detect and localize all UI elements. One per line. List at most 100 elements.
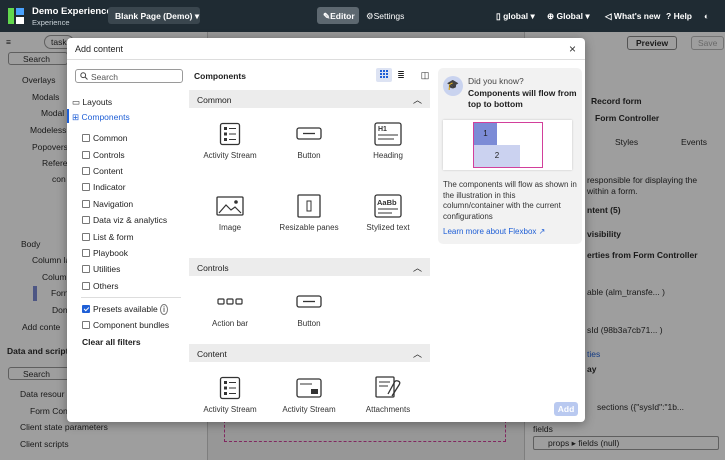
flexbox-link[interactable]: Learn more about Flexbox ↗	[443, 227, 545, 236]
close-icon[interactable]: ×	[569, 42, 576, 56]
grid-view-icon[interactable]	[376, 68, 392, 82]
page-selector[interactable]: Blank Page (Demo) ▾	[108, 7, 200, 24]
checkbox[interactable]	[82, 249, 90, 257]
checkbox-checked[interactable]	[82, 305, 90, 313]
activity-stream-card-icon	[296, 378, 322, 398]
components-item[interactable]: ⊞ Components	[72, 112, 130, 123]
attachments-icon	[375, 376, 401, 398]
filter-presets[interactable]: Presets available i	[82, 304, 168, 315]
tile-button[interactable]: Button	[274, 122, 344, 161]
tile-activity-stream[interactable]: Activity Stream	[195, 122, 265, 161]
tip-body: The components will flow as shown in the…	[443, 180, 577, 221]
activity-stream-icon	[219, 122, 241, 146]
checkbox[interactable]	[82, 265, 90, 273]
filter-list-form[interactable]: List & form	[82, 232, 134, 242]
stylized-text-icon: AaBb	[374, 194, 402, 218]
button-icon	[296, 127, 322, 140]
megaphone-icon: ◁	[605, 11, 612, 21]
scope-icon: ▯	[496, 11, 501, 21]
filter-controls[interactable]: Controls	[82, 150, 125, 160]
filter-common[interactable]: Common	[82, 133, 127, 143]
graduation-cap-icon: 🎓	[443, 76, 463, 96]
checkbox[interactable]	[82, 183, 90, 191]
layout-icon: ▭	[72, 97, 81, 107]
tip-title: Components will flow from top to bottom	[468, 88, 577, 109]
section-controls[interactable]: Controls ︿	[189, 258, 430, 276]
checkbox[interactable]	[82, 216, 90, 224]
chevron-up-icon: ︿	[412, 95, 422, 105]
tile-button-controls[interactable]: Button	[274, 290, 344, 329]
editor-button[interactable]: ✎Editor	[317, 7, 359, 24]
tile-stylized-text[interactable]: AaBb Stylized text	[353, 194, 423, 233]
app-logo-icon	[8, 8, 24, 24]
help-button[interactable]: ? Help	[666, 11, 692, 21]
activity-stream-icon	[219, 376, 241, 400]
chevron-up-icon: ︿	[412, 263, 422, 273]
settings-button[interactable]: ⚙Settings	[366, 11, 404, 22]
tile-activity-stream-content[interactable]: Activity Stream	[195, 376, 265, 416]
image-icon	[216, 196, 244, 216]
button-icon	[296, 295, 322, 308]
filter-others[interactable]: Others	[82, 281, 119, 291]
action-bar-icon	[217, 298, 243, 305]
scope-selector[interactable]: ▯ global ▾	[496, 11, 535, 22]
clear-filters-link[interactable]: Clear all filters	[82, 337, 141, 347]
filter-bundles[interactable]: Component bundles	[82, 320, 169, 330]
checkbox[interactable]	[82, 151, 90, 159]
search-icon	[80, 72, 88, 82]
resizable-panes-icon	[297, 194, 321, 218]
filter-utilities[interactable]: Utilities	[82, 264, 120, 274]
section-common[interactable]: Common ︿	[189, 90, 430, 108]
filter-content[interactable]: Content	[82, 166, 123, 176]
components-heading: Components	[194, 71, 246, 81]
checkbox[interactable]	[82, 200, 90, 208]
components-icon: ⊞	[72, 112, 80, 122]
modal-title: Add content	[75, 44, 124, 54]
info-icon[interactable]: i	[160, 304, 168, 315]
add-content-modal: Add content × Search ▭ Layouts ⊞ Compone…	[67, 38, 585, 422]
filter-playbook[interactable]: Playbook	[82, 248, 128, 258]
theme-icon[interactable]: ◐	[704, 11, 709, 21]
checkbox[interactable]	[82, 167, 90, 175]
checkbox[interactable]	[82, 321, 90, 329]
tile-attachments[interactable]: Attachments	[353, 376, 423, 415]
divider	[67, 59, 585, 60]
help-icon: ?	[666, 11, 672, 21]
app-subtitle: Experience	[32, 18, 70, 27]
container-outline: 1 2	[473, 122, 543, 168]
list-view-icon[interactable]: ≣	[393, 68, 409, 82]
global-selector[interactable]: ⊕ Global ▾	[547, 11, 590, 22]
heading-icon: H1	[374, 122, 402, 146]
filter-navigation[interactable]: Navigation	[82, 199, 133, 209]
globe-icon: ⊕	[547, 11, 555, 21]
tile-resizable-panes[interactable]: Resizable panes	[274, 194, 344, 233]
flow-cell-1: 1	[474, 123, 497, 145]
flow-illustration: 1 2	[443, 120, 572, 170]
gear-icon: ⚙	[366, 11, 374, 21]
whats-new-button[interactable]: ◁ What's new	[605, 11, 660, 22]
filter-indicator[interactable]: Indicator	[82, 182, 126, 192]
app-title: Demo Experience	[32, 6, 112, 17]
layouts-item[interactable]: ▭ Layouts	[72, 97, 112, 108]
svg-text:AaBb: AaBb	[377, 198, 397, 207]
checkbox[interactable]	[82, 282, 90, 290]
component-search-input[interactable]: Search	[75, 69, 183, 83]
active-indicator	[67, 109, 69, 123]
svg-text:H1: H1	[378, 126, 387, 133]
chevron-down-icon: ▾	[194, 11, 200, 21]
divider	[81, 297, 181, 298]
tile-image[interactable]: Image	[195, 194, 265, 233]
tile-action-bar[interactable]: Action bar	[195, 290, 265, 329]
external-link-icon: ↗	[538, 227, 546, 236]
section-content[interactable]: Content ︿	[189, 344, 430, 362]
checkbox[interactable]	[82, 233, 90, 241]
top-bar: Demo Experience Experience Blank Page (D…	[0, 0, 725, 32]
collapse-panel-icon[interactable]: ◫	[417, 68, 433, 82]
chevron-up-icon: ︿	[412, 349, 422, 359]
filter-data-viz[interactable]: Data viz & analytics	[82, 215, 167, 225]
flexbox-tip-panel: 🎓 Did you know? Components will flow fro…	[438, 68, 582, 244]
tile-activity-stream-2[interactable]: Activity Stream	[274, 376, 344, 416]
tile-heading[interactable]: H1 Heading	[353, 122, 423, 161]
add-button[interactable]: Add	[554, 402, 578, 416]
checkbox[interactable]	[82, 134, 90, 142]
